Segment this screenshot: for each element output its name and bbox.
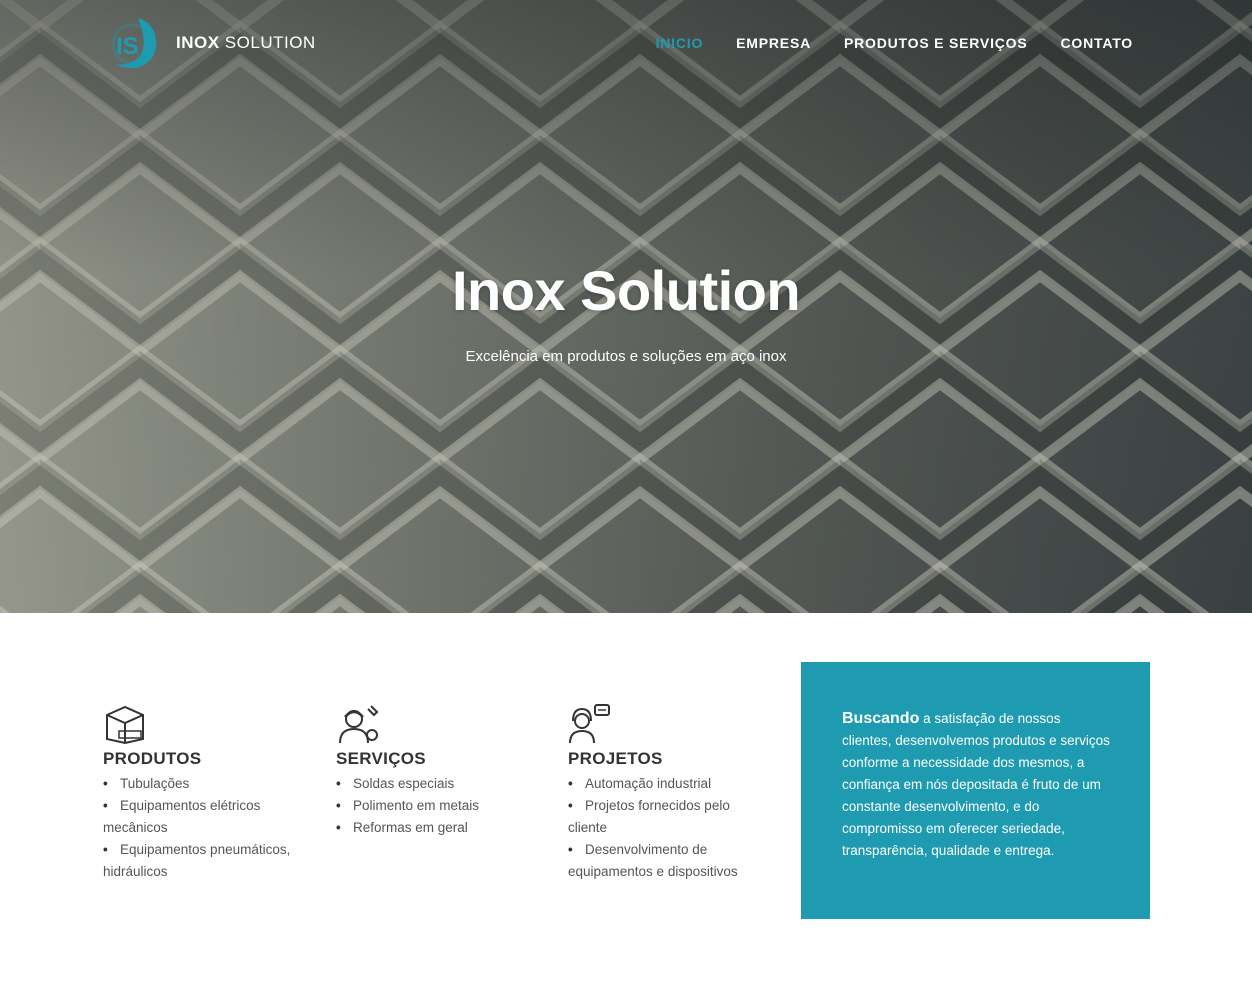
support-agent-icon bbox=[569, 704, 610, 744]
mission-box: Buscando a satisfação de nossos clientes… bbox=[801, 662, 1150, 919]
top-navigation: IS INOX SOLUTION INICIO EMPRESA PRODUTOS… bbox=[0, 0, 1252, 90]
brand-name-bold: INOX bbox=[176, 33, 220, 52]
services-column: SERVIÇOS • Soldas especiais • Polimento em… bbox=[336, 703, 546, 839]
mission-text: Buscando a satisfação de nossos clientes… bbox=[842, 708, 1110, 862]
list-item: • Tubulações bbox=[103, 776, 190, 791]
worker-wrench-icon bbox=[339, 705, 379, 744]
products-title: PRODUTOS bbox=[103, 749, 202, 768]
list-item: • Projetos fornecidos pelo cliente bbox=[568, 798, 730, 835]
nav-item-contato[interactable]: CONTATO bbox=[1061, 35, 1133, 51]
list-item: • Soldas especiais bbox=[336, 776, 455, 791]
mission-body: a satisfação de nossos clientes, desenvo… bbox=[842, 711, 1110, 858]
hero-title: Inox Solution bbox=[451, 259, 801, 322]
list-item: • Automação industrial bbox=[568, 776, 712, 791]
list-item: • Desenvolvimento de equipamentos e dispo… bbox=[568, 842, 738, 879]
projects-column: PROJETOS • Automação industrial • Projetos… bbox=[568, 703, 758, 883]
services-list: • Soldas especiais • Polimento em metais •… bbox=[336, 773, 546, 839]
hero-subtitle: Excelência em produtos e soluções em aço… bbox=[465, 348, 787, 365]
brand-name-regular: SOLUTION bbox=[224, 33, 316, 52]
list-item: • Equipamentos elétricos mecânicos bbox=[103, 798, 261, 835]
box-icon bbox=[106, 705, 144, 745]
services-title: SERVIÇOS bbox=[336, 749, 426, 768]
projects-list: • Automação industrial • Projetos fornecid… bbox=[568, 773, 758, 883]
mission-lead: Buscando bbox=[842, 710, 920, 727]
hero-section: IS INOX SOLUTION INICIO EMPRESA PRODUTOS… bbox=[0, 0, 1252, 613]
nav-item-empresa[interactable]: EMPRESA bbox=[736, 35, 811, 51]
nav-item-produtos-servicos[interactable]: PRODUTOS E SERVIÇOS bbox=[844, 35, 1028, 51]
brand-logo[interactable]: IS INOX SOLUTION bbox=[104, 14, 316, 72]
products-list: • Tubulações • Equipamentos elétricos mecâ… bbox=[103, 773, 313, 883]
projects-title: PROJETOS bbox=[568, 749, 663, 768]
logo-mark-icon: IS bbox=[111, 18, 157, 69]
products-column: PRODUTOS • Tubulações • Equipamentos elétr… bbox=[103, 703, 313, 883]
list-item: • Polimento em metais bbox=[336, 798, 480, 813]
main-menu: INICIO EMPRESA PRODUTOS E SERVIÇOS CONTA… bbox=[656, 35, 1133, 51]
logo-initials: IS bbox=[116, 33, 139, 60]
list-item: • Equipamentos pneumáticos, hidráulicos bbox=[103, 842, 291, 879]
list-item: • Reformas em geral bbox=[336, 820, 468, 835]
brand-name: INOX SOLUTION bbox=[176, 33, 316, 53]
nav-item-inicio[interactable]: INICIO bbox=[656, 35, 704, 51]
